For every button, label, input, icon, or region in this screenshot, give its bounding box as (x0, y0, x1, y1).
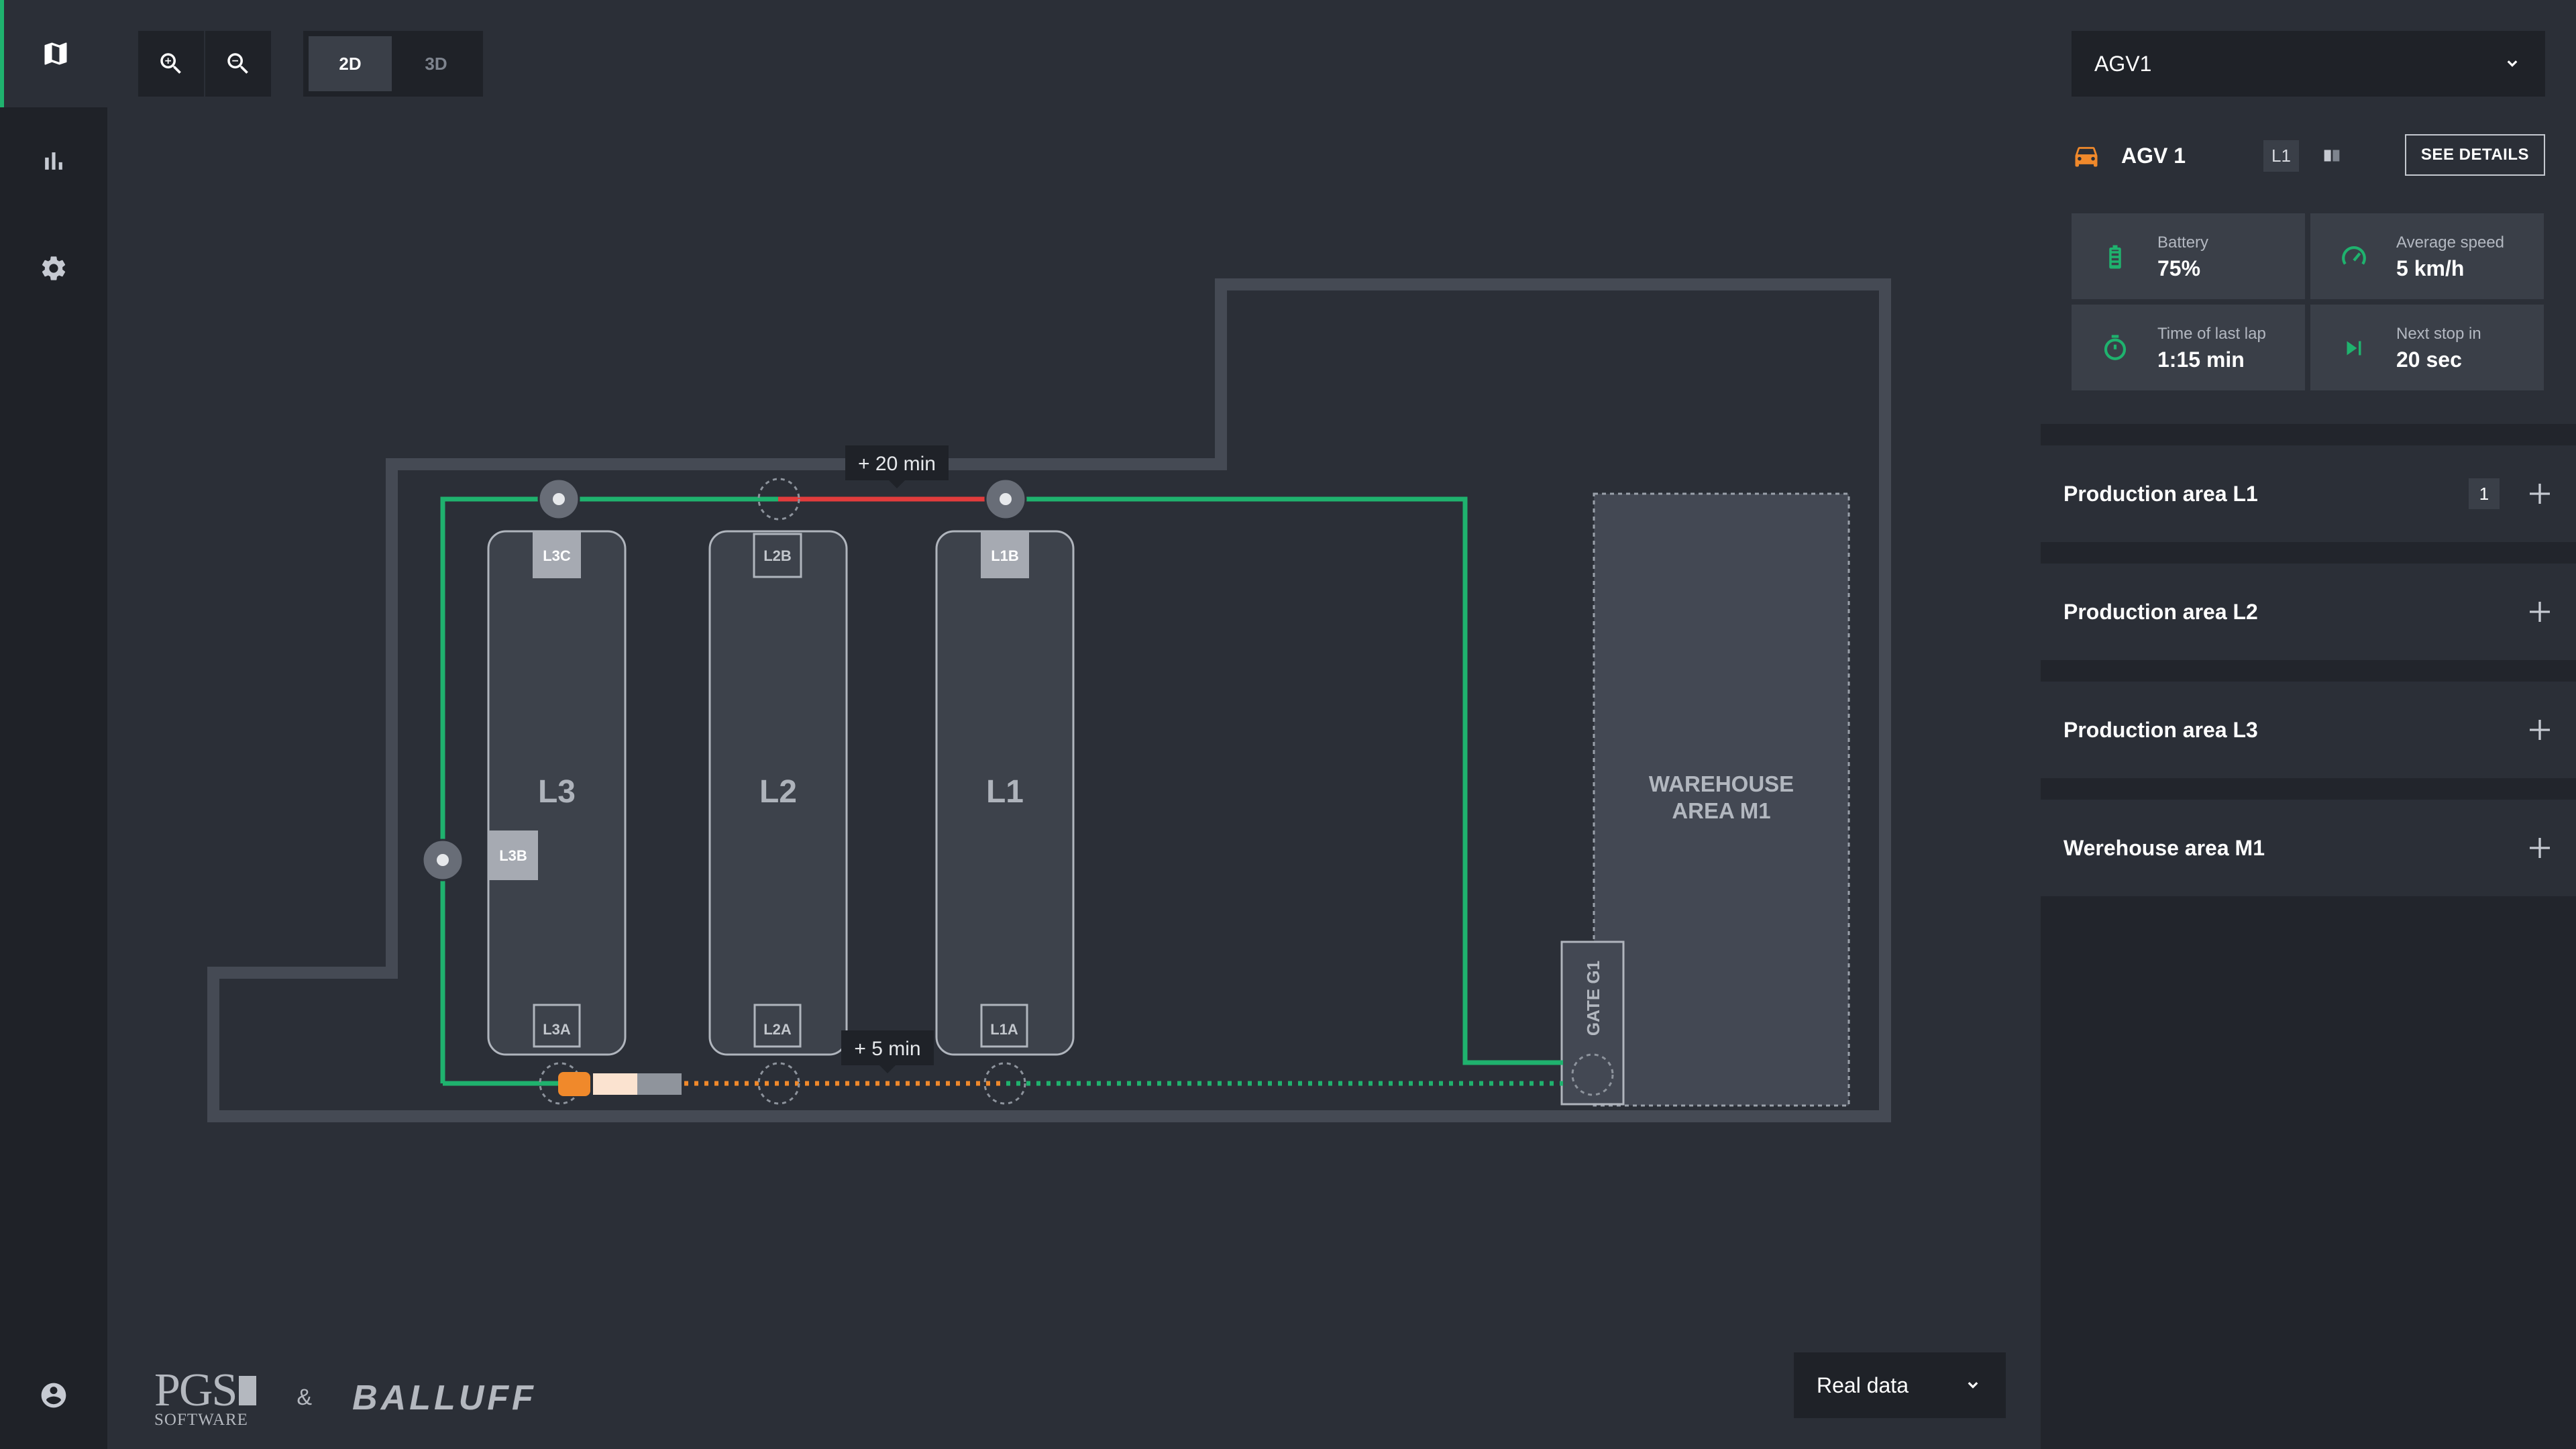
station-l2b: L2B (763, 547, 792, 564)
area-name: Werehouse area M1 (2063, 835, 2265, 860)
stat-value: 20 sec (2396, 347, 2462, 372)
delay-top-text: + 20 min (858, 453, 936, 475)
area-name: Production area L3 (2063, 717, 2258, 742)
partner-logos: PGS SOFTWARE & BALLUFF (154, 1367, 537, 1429)
station-l3c: L3C (543, 547, 571, 564)
station-l2a: L2A (763, 1021, 792, 1038)
agv-panel: AGV1 AGV 1 L1 SEE DETAILS Battery 75% Av… (2041, 0, 2576, 1449)
stat-value: 1:15 min (2157, 347, 2245, 372)
area-name: Production area L2 (2063, 599, 2258, 624)
ampersand: & (297, 1385, 313, 1410)
area-count-badge: 1 (2469, 478, 2500, 509)
production-line-l1[interactable]: L1 L1B L1A (935, 530, 1075, 1056)
chevron-down-icon (1968, 1382, 1978, 1389)
data-mode-select[interactable]: Real data (1794, 1352, 2006, 1418)
area-warehouse-m1[interactable]: Werehouse area M1 (2041, 800, 2576, 896)
area-name: Production area L1 (2063, 481, 2258, 506)
line-label-l3: L3 (538, 774, 576, 810)
station-l3a: L3A (543, 1021, 571, 1038)
gate-label: GATE G1 (1583, 961, 1603, 1036)
plus-icon[interactable] (2526, 598, 2553, 625)
line-label-l2: L2 (759, 774, 797, 810)
delay-tooltip-top: + 20 min (845, 445, 949, 488)
delay-tooltip-bottom: + 5 min (841, 1030, 934, 1073)
stop-marker-l3c[interactable] (537, 478, 580, 521)
stat-battery: Battery 75% (2072, 213, 2305, 299)
plus-icon[interactable] (2526, 716, 2553, 743)
agv-select-value: AGV1 (2094, 51, 2152, 76)
stop-marker-l3b[interactable] (421, 839, 464, 881)
agv-name: AGV 1 (2121, 143, 2186, 168)
station-l1a: L1A (990, 1021, 1018, 1038)
car-icon (2075, 147, 2098, 167)
data-mode-value: Real data (1817, 1373, 1909, 1397)
production-line-l3[interactable]: L3 L3C L3A L3B (487, 530, 627, 1056)
area-production-l2[interactable]: Production area L2 (2041, 564, 2576, 660)
agv-vehicle[interactable] (558, 1072, 682, 1096)
stat-last-lap: Time of last lap 1:15 min (2072, 305, 2305, 390)
agv-select[interactable]: AGV1 (2072, 31, 2545, 97)
stat-value: 5 km/h (2396, 256, 2465, 280)
area-production-l1[interactable]: Production area L1 1 (2041, 445, 2576, 542)
gate-g1[interactable]: GATE G1 (1560, 941, 1625, 1106)
plus-icon[interactable] (2526, 480, 2553, 507)
stop-marker-l1b[interactable] (984, 478, 1027, 521)
pgs-software-logo: PGS SOFTWARE (154, 1367, 257, 1428)
speedometer-icon (2342, 246, 2366, 265)
split-view-icon[interactable] (2320, 144, 2343, 167)
see-details-button[interactable]: SEE DETAILS (2404, 134, 2545, 176)
agv-header: AGV 1 L1 SEE DETAILS (2072, 134, 2545, 177)
warehouse-label-line1: WAREHOUSE (1649, 771, 1794, 796)
chevron-down-icon (2507, 60, 2518, 67)
station-l1b: L1B (991, 547, 1019, 564)
stat-label: Next stop in (2396, 325, 2481, 343)
factory-map: WAREHOUSE AREA M1 L3 L3C L3A L3B L2 L2B … (207, 278, 1891, 1122)
station-l3b: L3B (499, 847, 527, 864)
timer-icon (2104, 335, 2127, 360)
stat-label: Average speed (2396, 233, 2505, 252)
warehouse-label-line2: AREA M1 (1672, 798, 1770, 823)
stat-average-speed: Average speed 5 km/h (2310, 213, 2544, 299)
agv-line-tag: L1 (2263, 140, 2299, 172)
delay-bottom-text: + 5 min (854, 1038, 920, 1060)
line-label-l1: L1 (986, 774, 1024, 810)
stat-label: Battery (2157, 233, 2209, 252)
balluff-logo: BALLUFF (352, 1378, 537, 1417)
battery-icon (2109, 245, 2121, 269)
stat-value: 75% (2157, 256, 2201, 280)
plus-icon[interactable] (2526, 835, 2553, 861)
production-line-l2[interactable]: L2 L2B L2A (708, 530, 848, 1056)
stat-next-stop: Next stop in 20 sec (2310, 305, 2544, 390)
stat-label: Time of last lap (2157, 325, 2266, 343)
area-production-l3[interactable]: Production area L3 (2041, 682, 2576, 778)
agv-summary: AGV1 AGV 1 L1 SEE DETAILS Battery 75% Av… (2041, 0, 2576, 424)
skip-next-icon (2347, 341, 2361, 356)
